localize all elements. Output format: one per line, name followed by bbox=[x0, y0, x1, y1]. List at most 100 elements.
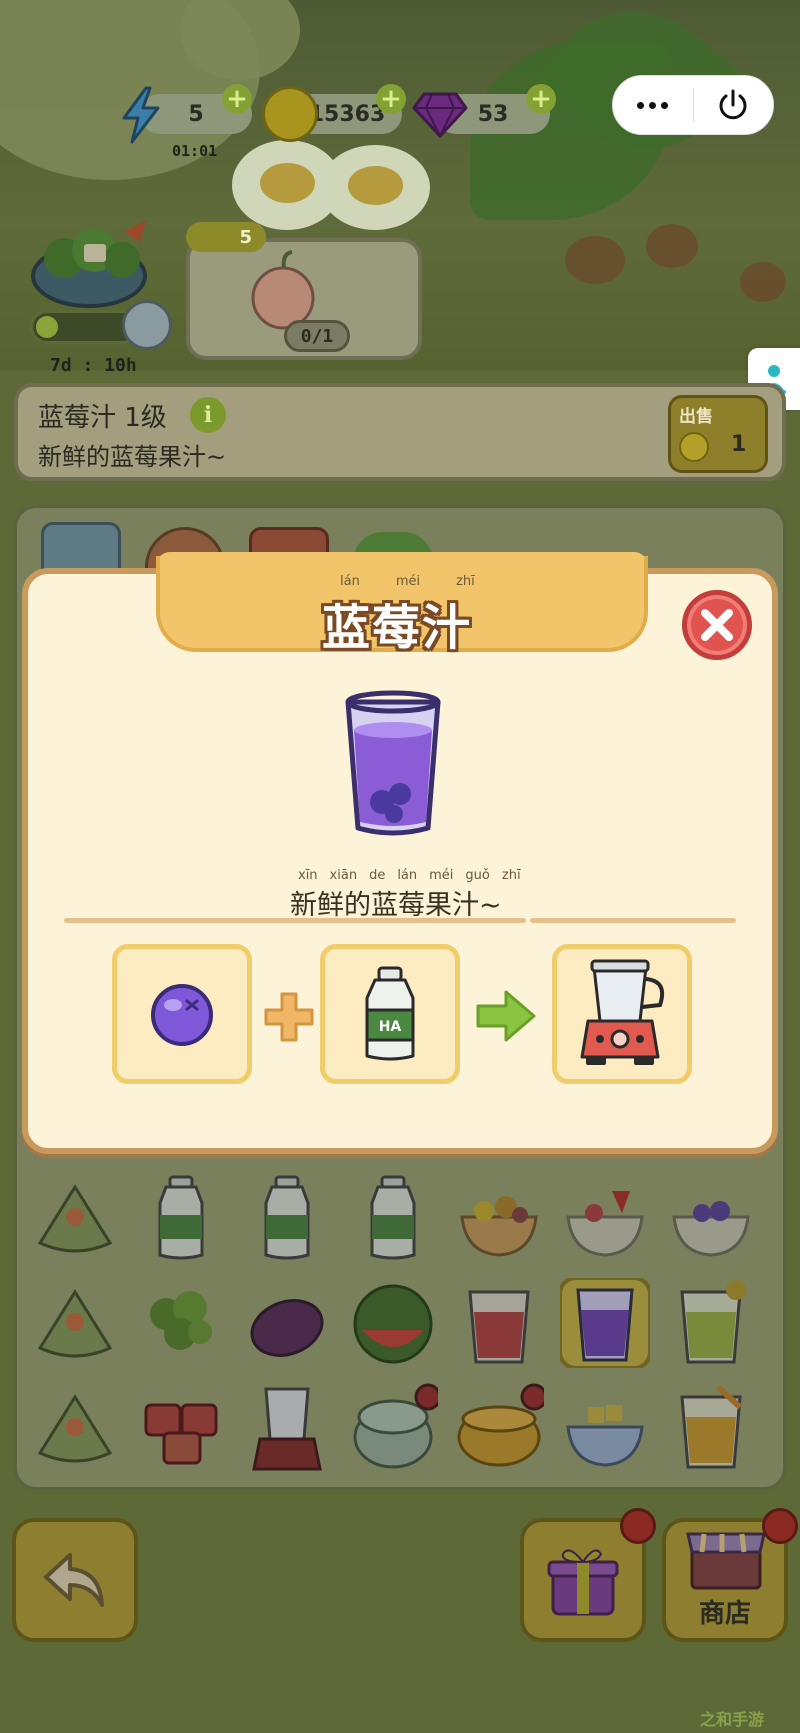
board-cell-water-bottle[interactable] bbox=[131, 1168, 231, 1268]
more-dots-icon bbox=[637, 101, 669, 109]
board-cell-mango-bowl[interactable] bbox=[555, 1378, 655, 1478]
background-nut bbox=[740, 262, 786, 302]
green-juice-icon bbox=[680, 1280, 746, 1364]
order-progress-count: 0/1 bbox=[284, 320, 350, 352]
board-cell-red-juice[interactable] bbox=[449, 1273, 549, 1373]
item-info-bar: 蓝莓汁 1级 i 新鲜的蓝莓果汁~ 出售 1 bbox=[14, 383, 786, 481]
fruit-bowl-icon bbox=[460, 1196, 538, 1257]
board-cell-fruit-bowl[interactable] bbox=[449, 1168, 549, 1268]
board-cell-purple-sweet-potato[interactable] bbox=[237, 1273, 337, 1373]
rice-ball-icon bbox=[37, 1289, 113, 1358]
board-cell-rice-cooker[interactable] bbox=[343, 1378, 443, 1478]
rice-ball-icon bbox=[37, 1394, 113, 1463]
rice-cooker-icon bbox=[353, 1383, 438, 1469]
description-pinyin: xīn xiān de lán méi guǒ zhī bbox=[298, 868, 521, 883]
pinyin-syllable: de bbox=[369, 868, 386, 883]
salad-order-icon[interactable] bbox=[24, 214, 154, 314]
coin-value: 15363 bbox=[308, 101, 386, 127]
info-symbol: i bbox=[203, 402, 213, 428]
item-info-description: 新鲜的蓝莓果汁~ bbox=[38, 443, 227, 471]
pinyin-syllable: zhī bbox=[456, 574, 475, 589]
mango-bowl-icon bbox=[566, 1405, 644, 1467]
board-cell-meat-cubes[interactable] bbox=[131, 1378, 231, 1478]
blueberry-juice-icon bbox=[560, 1278, 650, 1368]
shop-notification-dot bbox=[762, 1508, 798, 1544]
close-icon bbox=[701, 609, 733, 641]
recipe-slot-water-bottle[interactable]: HA bbox=[320, 944, 460, 1084]
sell-button[interactable]: 出售 1 bbox=[668, 395, 768, 473]
board-cell-rice-ball[interactable] bbox=[25, 1168, 125, 1268]
shop-label: 商店 bbox=[698, 1599, 751, 1629]
description-underline bbox=[64, 918, 526, 923]
watermark: 之和手游 bbox=[700, 1710, 765, 1729]
pinyin-syllable: lán bbox=[340, 574, 360, 589]
info-icon[interactable]: i bbox=[190, 397, 226, 433]
order-badge-count: 5 bbox=[239, 226, 252, 248]
add-coins-button[interactable]: + bbox=[376, 84, 406, 114]
miniprogram-capsule bbox=[612, 75, 774, 135]
close-button[interactable] bbox=[682, 590, 752, 660]
pinyin-syllable: xiān bbox=[329, 868, 358, 883]
water-bottle-icon bbox=[264, 1175, 310, 1260]
back-button[interactable] bbox=[12, 1518, 138, 1642]
plus-icon: + bbox=[530, 84, 552, 114]
cooking-pot-icon bbox=[457, 1383, 544, 1467]
recipe-slot-blueberry[interactable] bbox=[112, 944, 252, 1084]
board-cell-blender[interactable] bbox=[237, 1378, 337, 1478]
board-cell-blueberry-juice[interactable] bbox=[555, 1273, 655, 1373]
background-nut bbox=[646, 224, 698, 268]
pinyin-syllable: xīn bbox=[298, 868, 318, 883]
board-cell-strawberry-bowl[interactable] bbox=[555, 1168, 655, 1268]
item-info-title: 蓝莓汁 1级 bbox=[38, 403, 167, 433]
blender-icon bbox=[580, 959, 665, 1065]
meat-cubes-icon bbox=[144, 1403, 218, 1465]
board-cell-water-bottle[interactable] bbox=[237, 1168, 337, 1268]
arrow-right-icon bbox=[476, 990, 536, 1042]
board-cell-watermelon[interactable] bbox=[343, 1273, 443, 1373]
board-cell-parsley[interactable] bbox=[131, 1273, 231, 1373]
stopwatch-icon bbox=[122, 300, 172, 350]
sell-label: 出售 bbox=[679, 407, 713, 427]
modal-title: 蓝莓汁 bbox=[322, 600, 473, 656]
pinyin-syllable: méi bbox=[395, 574, 421, 589]
gift-notification-dot bbox=[620, 1508, 656, 1544]
water-bottle-icon bbox=[158, 1175, 204, 1260]
sell-price: 1 bbox=[731, 432, 747, 457]
orange-juice-icon bbox=[680, 1384, 743, 1469]
order-progress-fill bbox=[36, 316, 58, 338]
recipe-slot-blender[interactable] bbox=[552, 944, 692, 1084]
more-button[interactable] bbox=[613, 76, 693, 134]
lightning-icon bbox=[122, 86, 160, 144]
gift-box-icon bbox=[547, 1549, 619, 1616]
blueberry-icon bbox=[151, 984, 213, 1046]
board-cell-blueberry-bowl[interactable] bbox=[661, 1168, 761, 1268]
add-gems-button[interactable]: + bbox=[526, 84, 556, 114]
board-cell-rice-ball[interactable] bbox=[25, 1273, 125, 1373]
coin-icon bbox=[262, 86, 318, 142]
red-juice-icon bbox=[468, 1290, 530, 1364]
pinyin-syllable: lán bbox=[397, 868, 418, 883]
add-energy-button[interactable]: + bbox=[222, 84, 252, 114]
board-cell-orange-juice[interactable] bbox=[661, 1378, 761, 1478]
board-cell-water-bottle[interactable] bbox=[343, 1168, 443, 1268]
blueberry-juice-icon bbox=[345, 690, 441, 836]
water-bottle-icon bbox=[370, 1175, 416, 1260]
background-nut bbox=[565, 236, 625, 284]
power-icon bbox=[719, 89, 747, 120]
pinyin-syllable: guǒ bbox=[465, 868, 490, 883]
energy-timer: 01:01 bbox=[172, 142, 218, 160]
plus-icon: + bbox=[380, 84, 402, 114]
order-reward-badge: 5 bbox=[186, 222, 266, 252]
modal-description: 新鲜的蓝莓果汁~ bbox=[290, 890, 502, 921]
bottle-label: HA bbox=[379, 1019, 402, 1035]
board-cell-green-juice[interactable] bbox=[661, 1273, 761, 1373]
blueberry-bowl-icon bbox=[672, 1201, 750, 1257]
board-cell-cooking-pot[interactable] bbox=[449, 1378, 549, 1478]
rice-ball-icon bbox=[37, 1184, 113, 1253]
coin-icon bbox=[679, 432, 709, 462]
plus-icon bbox=[264, 992, 314, 1042]
pinyin-syllable: zhī bbox=[501, 868, 521, 883]
exit-button[interactable] bbox=[694, 76, 774, 134]
board-cell-rice-ball[interactable] bbox=[25, 1378, 125, 1478]
blender-icon bbox=[252, 1387, 322, 1471]
